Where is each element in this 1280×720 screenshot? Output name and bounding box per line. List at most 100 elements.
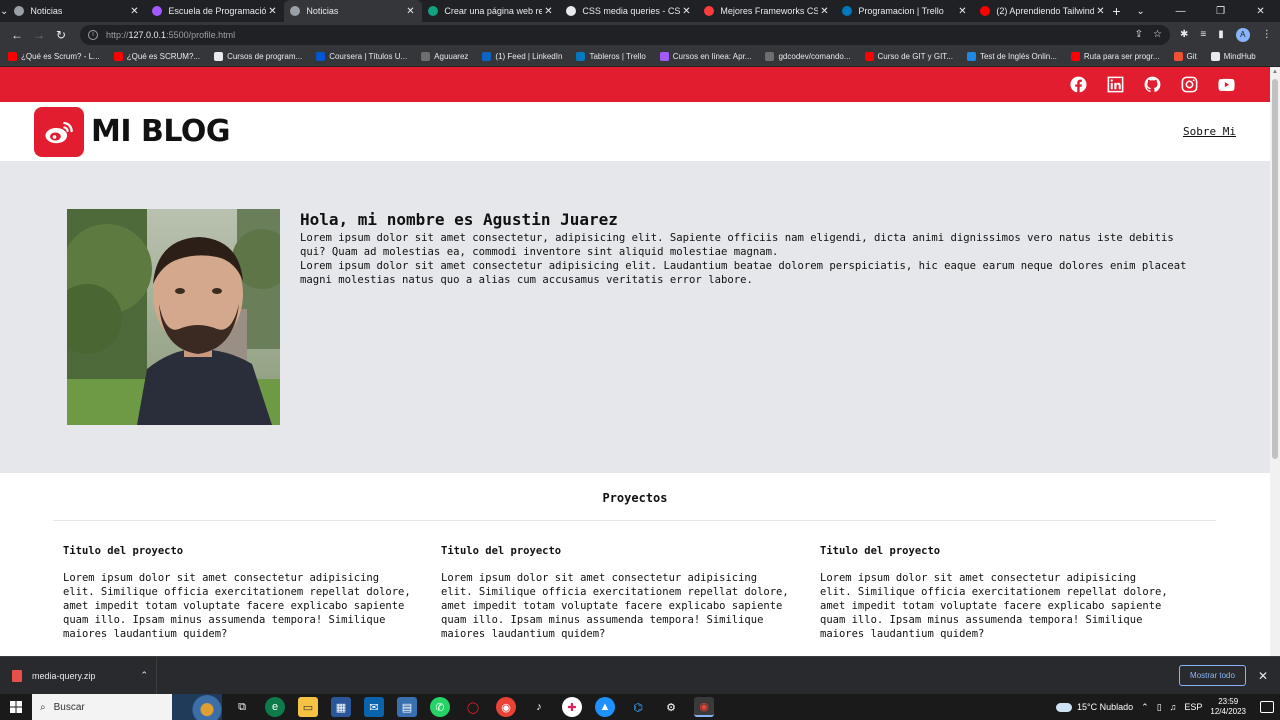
bookmark-label: Git (1186, 51, 1197, 61)
browser-tab[interactable]: Programacion | Trello ✕ (836, 0, 974, 22)
site-info-icon[interactable]: i (88, 29, 98, 40)
chrome-icon[interactable]: ◉ (496, 697, 516, 717)
opera-icon[interactable]: ◯ (463, 697, 483, 717)
tab-close-icon[interactable]: ✕ (266, 6, 278, 17)
extensions-icon[interactable]: ✱ (1180, 29, 1188, 40)
chevron-up-icon[interactable]: ⌃ (140, 670, 148, 681)
tab-close-icon[interactable]: ✕ (404, 6, 416, 17)
browser-tab[interactable]: Escuela de Programación y✕ (146, 0, 284, 22)
close-icon[interactable]: ✕ (1258, 669, 1268, 683)
page-scrollbar[interactable]: ▲ (1270, 67, 1280, 656)
tab-close-icon[interactable]: ✕ (128, 6, 140, 17)
tab-close-icon[interactable]: ✕ (680, 6, 692, 17)
whatsapp-icon[interactable]: ✆ (430, 697, 450, 717)
bookmark-label: gdcodev/comando... (778, 51, 851, 61)
tab-close-icon[interactable]: ✕ (956, 6, 968, 17)
close-window-icon[interactable]: ✕ (1241, 0, 1280, 22)
notification-icon[interactable] (1260, 701, 1274, 713)
weather-widget[interactable]: 15°C Nublado (1056, 702, 1133, 712)
profile-avatar[interactable]: A (1235, 27, 1250, 42)
bookmark-favicon-icon (1210, 51, 1220, 61)
page-viewport: MI BLOG Sobre Mi Hola, mi nombre es Agus… (0, 67, 1270, 656)
projects-divider (53, 520, 1216, 521)
bookmark-item[interactable]: Cursos en línea: Apr... (659, 51, 751, 61)
settings-gear-icon[interactable]: ⚙ (661, 697, 681, 717)
bookmark-item[interactable]: Aguuarez (421, 51, 468, 61)
nav-about-link[interactable]: Sobre Mi (1183, 125, 1236, 138)
bookmark-favicon-icon (1173, 51, 1183, 61)
bookmark-item[interactable]: Cursos de program... (214, 51, 302, 61)
chevron-up-icon[interactable]: ⌃ (1141, 702, 1149, 713)
site-brand[interactable]: MI BLOG (91, 114, 231, 149)
browser-tab[interactable]: Crear una página web resp ✕ (422, 0, 560, 22)
network-icon[interactable]: ▯ (1157, 702, 1162, 713)
github-icon[interactable] (1143, 75, 1162, 94)
tab-close-icon[interactable]: ✕ (818, 6, 830, 17)
instagram-icon[interactable] (1180, 75, 1199, 94)
scroll-up-icon[interactable]: ▲ (1272, 69, 1278, 75)
youtube-icon[interactable] (1217, 75, 1236, 94)
calculator-icon[interactable]: ▤ (397, 697, 417, 717)
mail-icon[interactable]: ✉ (364, 697, 384, 717)
media-icon[interactable]: ≡ (1200, 29, 1206, 40)
projects-heading: Proyectos (602, 491, 668, 505)
vscode-icon[interactable]: ⌬ (628, 697, 648, 717)
weibo-logo-icon[interactable] (34, 106, 84, 157)
bookmark-item[interactable]: ¿Qué es SCRUM?... (113, 51, 200, 61)
tab-close-icon[interactable]: ✕ (1094, 6, 1106, 17)
chrome-active-icon[interactable]: ◉ (694, 697, 714, 717)
browser-tab[interactable]: (2) Aprendiendo Tailwind C ✕ (974, 0, 1112, 22)
address-bar[interactable]: i http://127.0.0.1:5500/profile.html ⇪ ☆ (80, 24, 1170, 45)
tab-title: Mejores Frameworks CSS p (720, 6, 819, 16)
taskbar-search[interactable]: ⌕ Buscar (32, 694, 222, 720)
download-item[interactable]: media-query.zip ⌃ (12, 656, 157, 695)
bookmark-item[interactable]: (1) Feed | LinkedIn (482, 51, 562, 61)
share-icon[interactable]: ⇪ (1135, 29, 1143, 40)
browser-tab[interactable]: Noticias ✕ (8, 0, 146, 22)
bookmark-item[interactable]: Curso de GIT y GIT... (864, 51, 953, 61)
bookmark-item[interactable]: gdcodev/comando... (765, 51, 851, 61)
browser-tab[interactable]: CSS media queries - CSS |✕ (560, 0, 698, 22)
bookmark-item[interactable]: Test de Inglés Onlin... (966, 51, 1057, 61)
profile-photo (67, 209, 280, 425)
store-icon[interactable]: ▦ (331, 697, 351, 717)
facebook-icon[interactable] (1069, 75, 1088, 94)
forward-icon[interactable]: → (28, 24, 50, 46)
back-icon[interactable]: ← (6, 24, 28, 46)
browser-tab[interactable]: Noticias ✕ (284, 0, 423, 22)
windows-start-icon[interactable] (0, 694, 32, 720)
file-explorer-icon[interactable]: ▭ (298, 697, 318, 717)
show-all-button[interactable]: Mostrar todo (1179, 665, 1246, 686)
tab-favicon-icon (14, 6, 25, 16)
tab-list-icon[interactable]: ⌄ (1121, 0, 1161, 22)
restore-icon[interactable]: ❐ (1201, 0, 1241, 22)
language-indicator[interactable]: ESP (1184, 702, 1202, 712)
bookmark-item[interactable]: Coursera | Títulos U... (316, 51, 407, 61)
bookmark-item[interactable]: MindHub (1210, 51, 1256, 61)
linkedin-icon[interactable] (1106, 75, 1125, 94)
tab-close-icon[interactable]: ✕ (542, 6, 554, 17)
browser-tab[interactable]: Mejores Frameworks CSS p✕ (698, 0, 836, 22)
volume-icon[interactable]: ♫ (1170, 702, 1177, 712)
task-view-icon[interactable]: ⧉ (232, 697, 252, 717)
clock[interactable]: 23:59 12/4/2023 (1210, 697, 1246, 717)
tiktok-icon[interactable]: ♪ (529, 697, 549, 717)
menu-icon[interactable]: ⋮ (1262, 29, 1272, 40)
minimize-icon[interactable]: — (1161, 0, 1201, 22)
bookmark-item[interactable]: Ruta para ser progr... (1070, 51, 1160, 61)
sidepanel-icon[interactable]: ▮ (1218, 29, 1224, 40)
reload-icon[interactable]: ↻ (50, 24, 72, 46)
brave-icon[interactable]: ▲ (595, 697, 615, 717)
project-title: Titulo del proyecto (441, 545, 562, 557)
bookmark-item[interactable]: ¿Qué es Scrum? - L... (8, 51, 100, 61)
bookmark-label: MindHub (1223, 51, 1256, 61)
tab-search-icon[interactable]: ⌄ (0, 0, 8, 22)
bookmark-item[interactable]: Tableros | Trello (576, 51, 646, 61)
bookmark-label: Tableros | Trello (589, 51, 646, 61)
new-tab-button[interactable]: + (1112, 0, 1120, 22)
slack-icon[interactable]: ✚ (562, 697, 582, 717)
scrollbar-thumb[interactable] (1272, 79, 1278, 459)
bookmark-item[interactable]: Git (1173, 51, 1197, 61)
bookmark-star-icon[interactable]: ☆ (1153, 29, 1162, 40)
edge-icon[interactable]: e (265, 697, 285, 717)
